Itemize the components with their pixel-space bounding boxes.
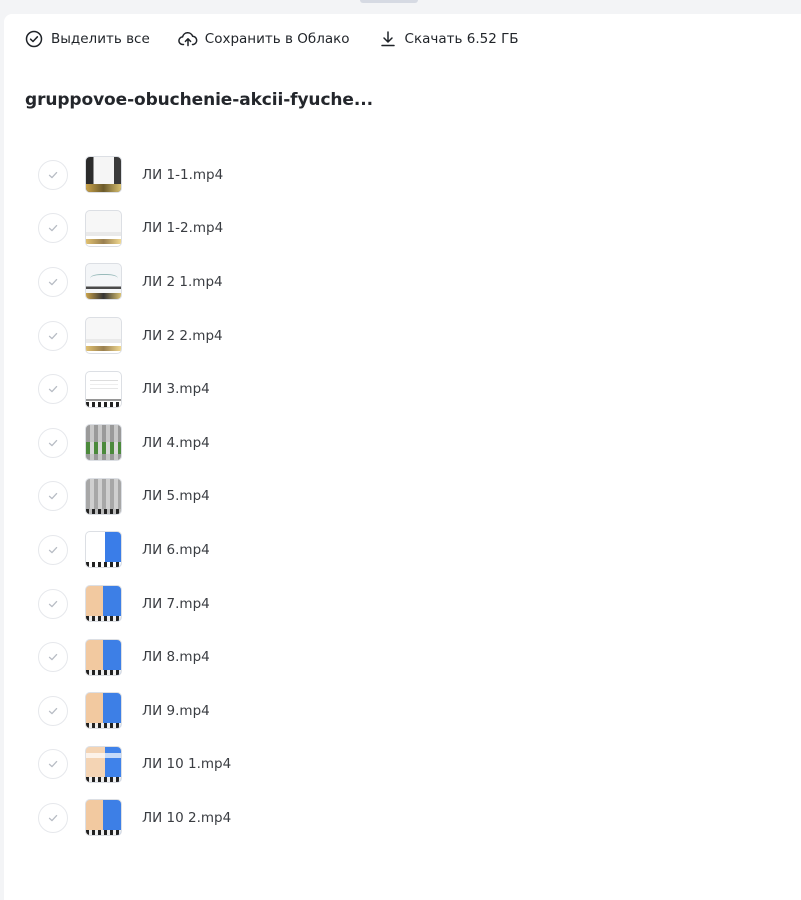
top-strip	[0, 0, 801, 14]
file-row[interactable]: ЛИ 7.mp4	[4, 577, 801, 631]
tab-indicator	[360, 0, 418, 3]
toolbar: Выделить все Сохранить в Облако Скачать …	[24, 28, 547, 50]
download-icon	[378, 29, 398, 49]
file-row[interactable]: ЛИ 10 2.mp4	[4, 791, 801, 845]
checkmark-icon	[48, 278, 58, 286]
video-thumbnail	[85, 799, 122, 837]
file-name: ЛИ 1-1.mp4	[142, 166, 224, 183]
file-checkbox[interactable]	[38, 266, 68, 297]
select-all-button[interactable]: Выделить все	[24, 28, 150, 50]
file-name: ЛИ 1-2.mp4	[142, 220, 224, 237]
video-thumbnail	[85, 745, 122, 783]
file-row[interactable]: ЛИ 5.mp4	[4, 470, 801, 524]
file-row[interactable]: ЛИ 9.mp4	[4, 684, 801, 738]
video-thumbnail	[85, 531, 122, 569]
file-name: ЛИ 2 2.mp4	[142, 327, 223, 344]
file-row[interactable]: ЛИ 1-2.mp4	[4, 202, 801, 256]
file-checkbox[interactable]	[38, 159, 68, 190]
file-checkbox[interactable]	[38, 695, 68, 726]
video-thumbnail	[85, 370, 122, 408]
file-name: ЛИ 7.mp4	[142, 595, 210, 612]
video-thumbnail	[85, 209, 122, 247]
video-thumbnail	[85, 638, 122, 676]
file-checkbox[interactable]	[38, 213, 68, 244]
checkmark-icon	[48, 332, 58, 339]
file-name: ЛИ 10 2.mp4	[142, 809, 232, 826]
file-name: ЛИ 3.mp4	[142, 381, 210, 398]
checkmark-icon	[48, 386, 58, 393]
checkmark-icon	[48, 814, 58, 822]
file-panel: Выделить все Сохранить в Облако Скачать …	[4, 14, 801, 900]
file-row[interactable]: ЛИ 10 1.mp4	[4, 738, 801, 792]
video-thumbnail	[85, 317, 122, 355]
file-row[interactable]: ЛИ 1-1.mp4	[4, 148, 801, 202]
file-list: ЛИ 1-1.mp4 ЛИ 1-2.mp4 ЛИ 2 1.mp4 ЛИ 2 2.…	[4, 148, 801, 845]
file-checkbox[interactable]	[38, 427, 68, 458]
video-thumbnail	[85, 424, 122, 462]
checkmark-icon	[48, 707, 58, 714]
save-to-cloud-label: Сохранить в Облако	[204, 31, 350, 47]
checkmark-icon	[48, 493, 58, 500]
video-thumbnail	[85, 692, 122, 730]
file-checkbox[interactable]	[38, 802, 68, 833]
file-checkbox[interactable]	[38, 749, 68, 780]
file-name: ЛИ 8.mp4	[142, 649, 210, 666]
checkmark-icon	[48, 600, 58, 607]
checkmark-icon	[48, 761, 58, 768]
file-checkbox[interactable]	[38, 534, 68, 565]
checkmark-icon	[48, 439, 58, 447]
file-row[interactable]: ЛИ 2 1.mp4	[4, 255, 801, 309]
select-all-label: Выделить все	[51, 31, 150, 47]
file-row[interactable]: ЛИ 8.mp4	[4, 630, 801, 684]
video-thumbnail	[85, 156, 122, 194]
file-name: ЛИ 10 1.mp4	[142, 756, 232, 773]
file-name: ЛИ 9.mp4	[142, 702, 210, 719]
file-checkbox[interactable]	[38, 588, 68, 619]
save-to-cloud-button[interactable]: Сохранить в Облако	[177, 28, 350, 50]
file-name: ЛИ 2 1.mp4	[142, 273, 223, 290]
checkmark-icon	[48, 654, 58, 661]
file-name: ЛИ 5.mp4	[142, 488, 210, 505]
folder-title: gruppovoe-obuchenie-akcii-fyuche...	[25, 90, 373, 110]
file-name: ЛИ 4.mp4	[142, 434, 210, 451]
file-row[interactable]: ЛИ 2 2.mp4	[4, 309, 801, 363]
check-circle-icon	[24, 29, 44, 49]
file-row[interactable]: ЛИ 4.mp4	[4, 416, 801, 470]
download-button[interactable]: Скачать 6.52 ГБ	[378, 28, 519, 50]
file-checkbox[interactable]	[38, 374, 68, 405]
file-checkbox[interactable]	[38, 642, 68, 673]
video-thumbnail	[85, 477, 122, 515]
checkmark-icon	[48, 171, 58, 179]
file-row[interactable]: ЛИ 3.mp4	[4, 362, 801, 416]
file-row[interactable]: ЛИ 6.mp4	[4, 523, 801, 577]
video-thumbnail	[85, 585, 122, 623]
video-thumbnail	[85, 263, 122, 301]
checkmark-icon	[48, 225, 58, 232]
file-name: ЛИ 6.mp4	[142, 541, 210, 558]
file-checkbox[interactable]	[38, 320, 68, 351]
cloud-upload-icon	[177, 29, 198, 49]
download-label: Скачать 6.52 ГБ	[404, 31, 519, 47]
checkmark-icon	[48, 546, 58, 554]
file-checkbox[interactable]	[38, 481, 68, 512]
